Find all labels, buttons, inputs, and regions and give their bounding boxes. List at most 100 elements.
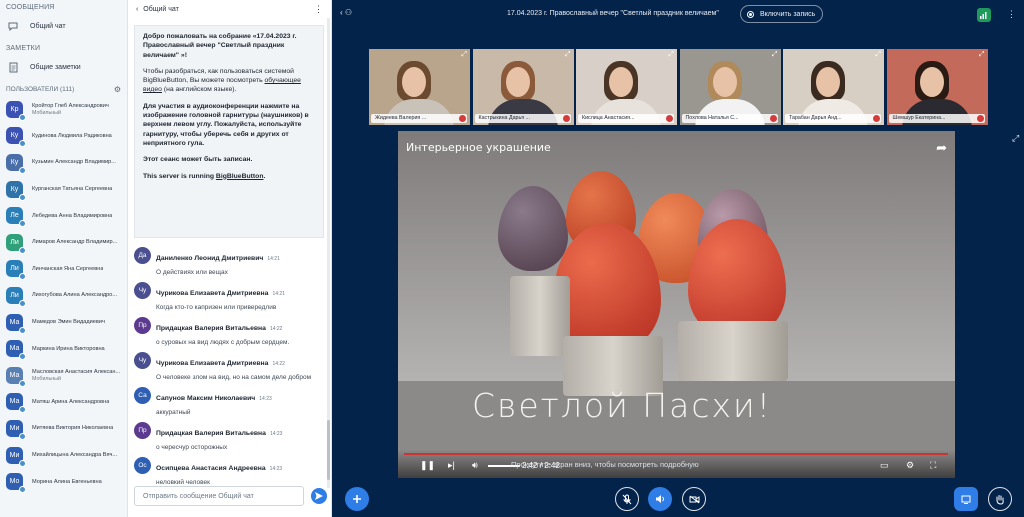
bigbluebutton-link[interactable]: BigBlueButton: [216, 173, 264, 180]
chat-header: ‹ Общий чат ⋮: [128, 0, 331, 18]
message-author: Осипцева Анастасия Андреевна: [156, 465, 266, 472]
muted-mic-icon: [976, 115, 984, 122]
user-info: Матяш Арина Александровна: [32, 398, 109, 406]
user-list-item[interactable]: Мо Морина Алина Евгеньевна: [0, 468, 127, 495]
message-text: О человеке злом на вид, но на самом деле…: [156, 374, 312, 381]
user-list-item[interactable]: Ку Кудинова Людмила Радиковна: [0, 123, 127, 150]
mute-button[interactable]: [615, 487, 639, 511]
user-list-item[interactable]: Ли Лихогубова Алина Александро...: [0, 282, 127, 309]
video-progress-bar[interactable]: [404, 453, 948, 455]
expand-icon[interactable]: ⤢: [668, 51, 674, 59]
server-notice-end: .: [263, 172, 266, 180]
camera-button[interactable]: [682, 487, 706, 511]
options-menu-icon[interactable]: ⋮: [1007, 9, 1016, 20]
muted-mic-icon: [769, 115, 777, 122]
user-list-item[interactable]: Ма Матяш Арина Александровна: [0, 389, 127, 416]
webcam-tile[interactable]: ⤢ Кислица Анастасия...: [576, 49, 677, 125]
avatar: Ли: [6, 286, 26, 307]
shared-video[interactable]: Интерьерное украшение ➦ Светлой Пасхи! ❚…: [398, 131, 955, 478]
user-list-item[interactable]: Ма Маркина Ирина Викторовна: [0, 335, 127, 362]
expand-icon[interactable]: ⤢: [565, 51, 571, 59]
audio-button[interactable]: [648, 487, 672, 511]
more-options-icon[interactable]: ⋮: [314, 4, 323, 15]
raise-hand-button[interactable]: [988, 487, 1012, 511]
expand-icon[interactable]: ⤢: [772, 51, 778, 59]
record-icon: [747, 10, 754, 18]
status-dot: [19, 326, 26, 334]
chat-message: Са Сапунов Максим Николаевич 14:23 аккуратн…: [134, 384, 330, 419]
subtitles-icon[interactable]: ▭: [880, 460, 889, 471]
chat-message: Пр Придацкая Валерия Витальевна 14:22 о сур…: [134, 314, 330, 349]
status-dot: [19, 379, 26, 387]
shared-notes-item[interactable]: Общие заметки: [0, 56, 127, 78]
settings-icon[interactable]: ⚙: [906, 460, 914, 471]
user-name: Курганская Татьяна Сергеевна: [32, 186, 113, 193]
send-button[interactable]: [311, 488, 327, 504]
expand-icon[interactable]: ⤢: [979, 51, 985, 59]
user-name: Лимаров Александр Владимир...: [32, 239, 118, 246]
user-list-item[interactable]: Ли Лимаров Александр Владимир...: [0, 229, 127, 256]
user-list-item[interactable]: Ку Курганская Татьяна Сергеевна: [0, 176, 127, 203]
chat-close-button[interactable]: ‹ Общий чат: [136, 6, 179, 13]
user-list-item[interactable]: Ма Мамедов Эмин Видадиевич: [0, 309, 127, 336]
volume-icon[interactable]: 🔊︎: [472, 460, 478, 471]
user-list-item[interactable]: Ку Кузьмин Александр Владимир...: [0, 149, 127, 176]
user-device: Мобильный: [32, 110, 61, 117]
message-header: Придацкая Валерия Витальевна 14:23: [156, 422, 282, 440]
avatar-initials: Ли: [10, 291, 19, 299]
webcam-tile[interactable]: ⤢ Тарабан Дарья Анд...: [783, 49, 884, 125]
user-info: Мамедов Эмин Видадиевич: [32, 318, 105, 326]
person-face: [505, 67, 530, 97]
avatar-initials: Ли: [10, 238, 19, 246]
muted-mic-icon: [562, 115, 570, 122]
message-time: 14:22: [269, 326, 283, 332]
webcam-name: Шемшур Екатерина...: [888, 114, 985, 123]
user-info: Митяева Виктория Николаевна: [32, 424, 113, 432]
actions-button[interactable]: [345, 487, 369, 511]
next-icon[interactable]: ▸|: [448, 460, 455, 471]
expand-icon[interactable]: ⤢: [461, 51, 467, 59]
recording-notice: Этот сеанс может быть записан.: [143, 156, 253, 164]
fullscreen-icon[interactable]: ⤢: [1012, 133, 1019, 144]
connection-status-icon[interactable]: [977, 8, 991, 22]
webcam-tile[interactable]: ⤢ Жидеева Валерия ...: [369, 49, 470, 125]
presentation-button[interactable]: [954, 487, 978, 511]
users-header: ПОЛЬЗОВАТЕЛИ (111) ⚙: [0, 82, 127, 96]
message-time: 14:21: [272, 291, 285, 297]
users-heading: ПОЛЬЗОВАТЕЛИ (111): [6, 85, 75, 93]
avatar-initials: Ку: [10, 185, 19, 193]
user-list-item[interactable]: Ми Михайлицына Александра Вяч...: [0, 442, 127, 469]
presentation-icon: [961, 495, 971, 504]
share-icon[interactable]: ➦: [936, 140, 947, 156]
webcam-tile[interactable]: ⤢ Шемшур Екатерина...: [886, 49, 988, 125]
user-name: Морина Алина Евгеньевна: [32, 478, 102, 485]
scroll-hint: Прокрутите экран вниз, чтобы посмотреть …: [511, 460, 699, 469]
status-dot: [19, 166, 26, 174]
welcome-tutorial-suffix: (на английском языке).: [161, 86, 237, 94]
message-text: Когда кто-то капризен или привередлив: [156, 304, 277, 311]
user-list-item[interactable]: Ма Масловская Анастасия Алексан... Мобильн…: [0, 362, 127, 389]
webcam-tile[interactable]: ⤢ Кастрыкина Дарья ...: [472, 49, 574, 125]
pause-icon[interactable]: ❚❚: [420, 460, 435, 471]
message-author: Придацкая Валерия Витальевна: [156, 430, 266, 437]
fullscreen-video-icon[interactable]: ⛶: [930, 460, 936, 471]
record-button[interactable]: Включить запись: [740, 5, 823, 23]
user-list-item[interactable]: Кр Кройтор Глеб Александрович Мобильный: [0, 96, 127, 123]
chat-scroll-thumb[interactable]: [327, 420, 330, 480]
user-list-toggle-icon[interactable]: ‹ ⚇: [340, 8, 352, 17]
webcam-name: Тарабан Дарья Анд...: [785, 114, 881, 123]
chat-input[interactable]: Отправить сообщение Общий чат: [134, 486, 304, 506]
user-list-item[interactable]: Ле Лебедева Анна Владимировна: [0, 202, 127, 229]
message-body: Осипцева Анастасия Андреевна 14:23 неловки…: [156, 457, 282, 486]
chat-scrollbar[interactable]: [327, 18, 330, 488]
user-list-item[interactable]: Ми Митяева Виктория Николаевна: [0, 415, 127, 442]
user-list-item[interactable]: Ли Линчанская Яна Сергеевна: [0, 256, 127, 283]
message-author: Чурикова Елизавета Дмитриевна: [156, 290, 269, 297]
expand-icon[interactable]: ⤢: [875, 51, 881, 59]
muted-mic-icon: [873, 115, 880, 122]
webcam-tile[interactable]: ⤢ Похлова Наталья С...: [679, 49, 781, 125]
gear-icon[interactable]: ⚙: [114, 85, 121, 94]
public-chat-item[interactable]: Общий чат: [0, 15, 127, 37]
egg-holder-right: [678, 321, 788, 381]
avatar: Чу: [134, 282, 151, 299]
